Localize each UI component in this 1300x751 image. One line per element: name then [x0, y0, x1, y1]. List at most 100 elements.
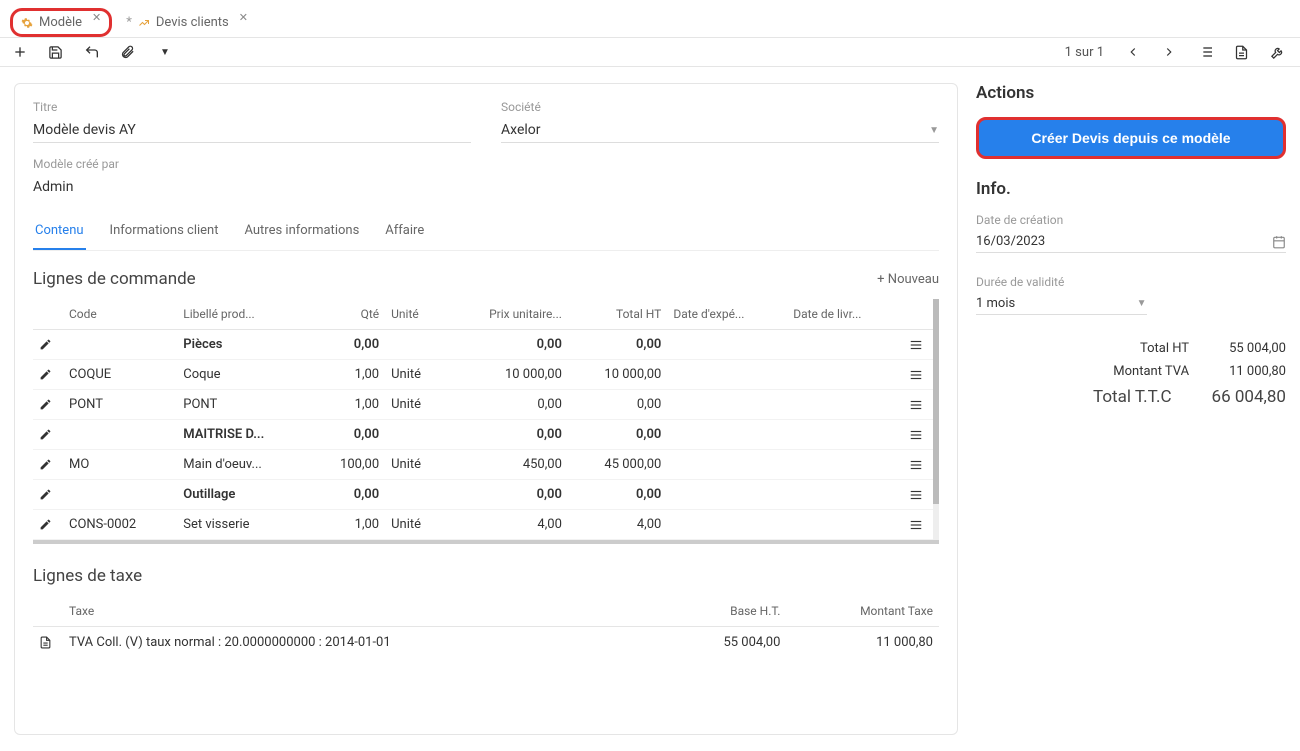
cell-total: 4,00: [568, 510, 667, 540]
info-title: Info.: [976, 179, 1286, 199]
save-icon[interactable]: [48, 45, 66, 60]
table-row[interactable]: COQUECoque1,00Unité10 000,0010 000,00: [33, 360, 933, 390]
col-qty[interactable]: Qté: [311, 299, 385, 330]
edit-icon[interactable]: [33, 420, 63, 450]
cell-total: 45 000,00: [568, 450, 667, 480]
company-value: Axelor: [501, 122, 541, 138]
cell-d2: [787, 510, 903, 540]
col-d1[interactable]: Date d'expé...: [667, 299, 787, 330]
caret-down-icon[interactable]: ▼: [156, 47, 174, 58]
main-panel: Titre Modèle devis AY Société Axelor ▼ M…: [14, 83, 958, 735]
title-label: Titre: [33, 100, 471, 114]
table-row[interactable]: PONTPONT1,00Unité0,000,00: [33, 390, 933, 420]
create-devis-button[interactable]: Créer Devis depuis ce modèle: [976, 117, 1286, 159]
total-ttc-value: 66 004,80: [1212, 387, 1286, 407]
cell-price: 4,00: [446, 510, 568, 540]
cell-code: PONT: [63, 390, 177, 420]
edit-icon[interactable]: [33, 480, 63, 510]
edit-icon[interactable]: [33, 450, 63, 480]
col-d2[interactable]: Date de livr...: [787, 299, 903, 330]
table-row[interactable]: TVA Coll. (V) taux normal : 20.000000000…: [33, 627, 939, 659]
table-row[interactable]: MAITRISE D...0,000,000,00: [33, 420, 933, 450]
wrench-icon[interactable]: [1270, 45, 1288, 60]
row-menu-icon[interactable]: [903, 480, 933, 510]
calendar-icon[interactable]: [1272, 235, 1286, 249]
total-tva-label: Montant TVA: [976, 364, 1189, 379]
tab-affaire[interactable]: Affaire: [383, 213, 426, 250]
edit-icon[interactable]: [33, 510, 63, 540]
col-montant[interactable]: Montant Taxe: [786, 596, 939, 627]
row-menu-icon[interactable]: [903, 420, 933, 450]
created-date-label: Date de création: [976, 213, 1286, 227]
row-menu-icon[interactable]: [903, 510, 933, 540]
chevron-down-icon: ▼: [1137, 298, 1147, 309]
col-base[interactable]: Base H.T.: [663, 596, 787, 627]
undo-icon[interactable]: [84, 44, 102, 60]
cell-unit: Unité: [385, 390, 445, 420]
cell-total: 0,00: [568, 480, 667, 510]
table-row[interactable]: Pièces0,000,000,00: [33, 330, 933, 360]
edit-icon[interactable]: [33, 360, 63, 390]
document-icon[interactable]: [1234, 45, 1252, 60]
attach-icon[interactable]: [120, 45, 138, 60]
validity-label: Durée de validité: [976, 275, 1286, 289]
edit-icon[interactable]: [33, 390, 63, 420]
list-icon[interactable]: [1198, 44, 1216, 60]
validity-select[interactable]: 1 mois ▼: [976, 293, 1147, 315]
chart-icon: [138, 17, 150, 29]
cell-price: 0,00: [446, 330, 568, 360]
cell-label: Main d'oeuv...: [177, 450, 311, 480]
col-code[interactable]: Code: [63, 299, 177, 330]
edit-icon[interactable]: [33, 330, 63, 360]
pager-text: 1 sur 1: [1065, 45, 1104, 60]
cell-price: 0,00: [446, 480, 568, 510]
cell-code: [63, 480, 177, 510]
cell-label: Set visserie: [177, 510, 311, 540]
row-menu-icon[interactable]: [903, 330, 933, 360]
cell-d1: [667, 450, 787, 480]
col-price[interactable]: Prix unitaire...: [446, 299, 568, 330]
col-taxe[interactable]: Taxe: [63, 596, 663, 627]
cell-qty: 1,00: [311, 510, 385, 540]
createdby-label: Modèle créé par: [33, 157, 468, 171]
cell-d1: [667, 420, 787, 450]
cell-qty: 100,00: [311, 450, 385, 480]
cell-qty: 1,00: [311, 360, 385, 390]
col-label[interactable]: Libellé prod...: [177, 299, 311, 330]
row-menu-icon[interactable]: [903, 390, 933, 420]
cell-price: 0,00: [446, 420, 568, 450]
row-menu-icon[interactable]: [903, 450, 933, 480]
table-row[interactable]: MOMain d'oeuv...100,00Unité450,0045 000,…: [33, 450, 933, 480]
table-row[interactable]: CONS-0002Set visserie1,00Unité4,004,00: [33, 510, 933, 540]
created-date-input[interactable]: 16/03/2023: [976, 231, 1286, 253]
cell-unit: Unité: [385, 450, 445, 480]
tab-autres-informations[interactable]: Autres informations: [242, 213, 361, 250]
cell-qty: 0,00: [311, 330, 385, 360]
tab-contenu[interactable]: Contenu: [33, 213, 86, 250]
add-new-button[interactable]: + Nouveau: [877, 272, 939, 287]
cell-code: [63, 420, 177, 450]
prev-icon[interactable]: [1126, 45, 1144, 59]
tab-informations-client[interactable]: Informations client: [108, 213, 221, 250]
tab-modele[interactable]: Modèle ✕: [10, 8, 112, 37]
col-total[interactable]: Total HT: [568, 299, 667, 330]
cell-label: Outillage: [177, 480, 311, 510]
tab-prefix: *: [126, 15, 132, 30]
cell-label: Pièces: [177, 330, 311, 360]
scrollbar[interactable]: [933, 299, 939, 540]
cell-unit: [385, 420, 445, 450]
tab-label: Devis clients: [156, 15, 229, 30]
row-menu-icon[interactable]: [903, 360, 933, 390]
table-row[interactable]: Outillage0,000,000,00: [33, 480, 933, 510]
cell-base: 55 004,00: [663, 627, 787, 659]
taxlines-title: Lignes de taxe: [33, 566, 142, 586]
company-select[interactable]: Axelor ▼: [501, 118, 939, 143]
next-icon[interactable]: [1162, 45, 1180, 59]
close-icon[interactable]: ✕: [92, 11, 101, 24]
close-icon[interactable]: ✕: [239, 11, 248, 24]
document-icon[interactable]: [33, 627, 63, 659]
tab-devis-clients[interactable]: * Devis clients ✕: [116, 9, 258, 36]
add-icon[interactable]: [12, 44, 30, 60]
col-unit[interactable]: Unité: [385, 299, 445, 330]
title-input[interactable]: Modèle devis AY: [33, 118, 471, 143]
